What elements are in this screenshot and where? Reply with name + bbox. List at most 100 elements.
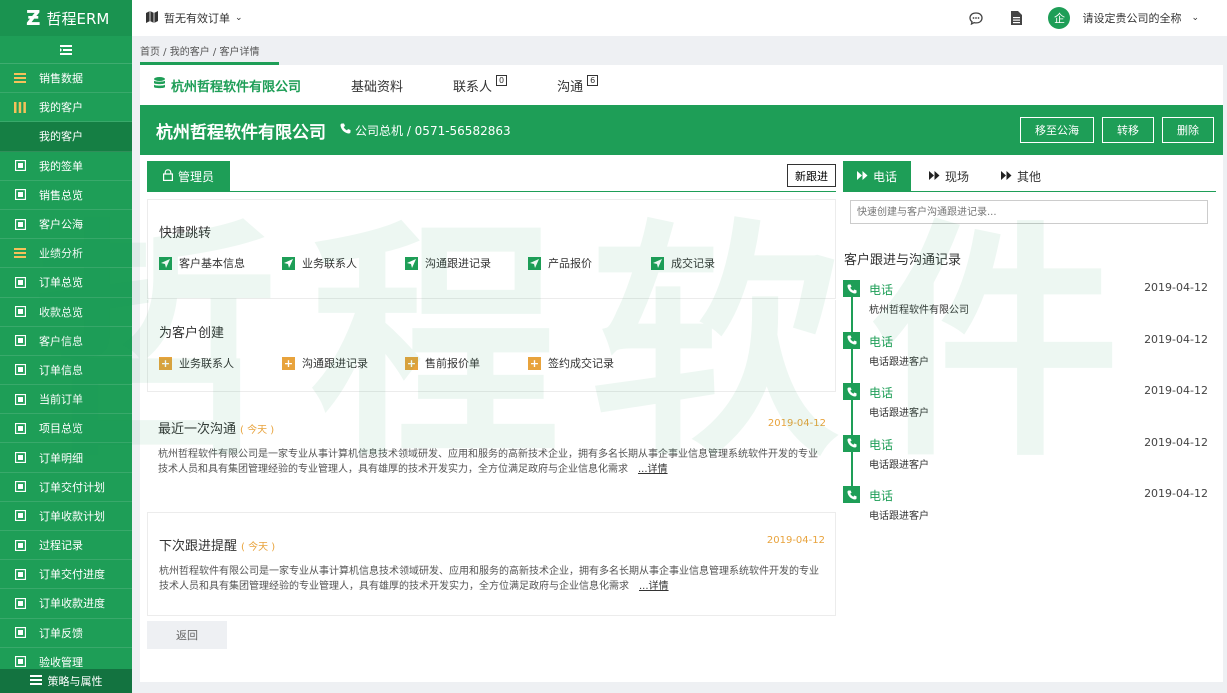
record-type: 电话 — [869, 437, 894, 452]
sidebar-item-label: 我的客户 — [39, 101, 83, 115]
sidebar-item-label: 订单反馈 — [39, 626, 83, 640]
record-item[interactable]: 电话 2019-04-12 电话跟进客户 — [843, 434, 1216, 487]
create-link[interactable]: + 签约成交记录 — [528, 355, 651, 371]
database-icon — [154, 77, 165, 93]
collapse-icon — [60, 44, 72, 55]
sidebar-item-17[interactable]: 订单交付进度 — [0, 560, 132, 590]
sidebar-item-7[interactable]: 订单总览 — [0, 268, 132, 298]
sidebar-item-8[interactable]: 收款总览 — [0, 298, 132, 327]
sidebar-item-14[interactable]: 订单交付计划 — [0, 473, 132, 502]
tab-phone-label: 电话 — [873, 169, 898, 184]
quick-jump-link[interactable]: 产品报价 — [528, 255, 651, 271]
create-link[interactable]: + 售前报价单 — [405, 355, 528, 371]
sidebar-item-1[interactable]: 我的客户 — [0, 93, 132, 123]
record-desc: 电话跟进客户 — [869, 408, 929, 419]
customer-tabs: 杭州哲程软件有限公司 基础资料 联系人 0 沟通 6 — [140, 65, 1223, 105]
sidebar-item-13[interactable]: 订单明细 — [0, 443, 132, 473]
sidebar-item-15[interactable]: 订单收款计划 — [0, 502, 132, 531]
sidebar-item-label: 客户信息 — [39, 334, 83, 348]
quick-jump-link[interactable]: 沟通跟进记录 — [405, 255, 528, 271]
sidebar-footer-label: 策略与属性 — [47, 675, 103, 688]
quick-jump-link[interactable]: 客户基本信息 — [159, 255, 282, 271]
sidebar-item-3[interactable]: 我的签单 — [0, 152, 132, 181]
reply-icon — [14, 627, 26, 639]
sidebar-collapse-button[interactable] — [0, 36, 132, 64]
tab-communication[interactable]: 沟通 6 — [557, 74, 599, 95]
record-item[interactable]: 电话 2019-04-12 杭州哲程软件有限公司 — [843, 280, 1216, 332]
app-logo[interactable]: Ƶ 哲程ERM — [0, 0, 132, 36]
document-icon[interactable] — [1008, 10, 1024, 26]
move-to-pool-button[interactable]: 移至公海 — [1020, 117, 1094, 143]
company-name-selector[interactable]: 请设定贵公司的全称 — [1082, 10, 1181, 26]
chat-icon[interactable] — [968, 10, 984, 26]
last-communication-title: 最近一次沟通( 今天 ) — [158, 418, 836, 437]
quick-jump-link[interactable]: 成交记录 — [651, 255, 774, 271]
sidebar-item-label: 销售数据 — [39, 72, 83, 86]
anchor-icon — [14, 481, 26, 493]
cube-icon — [14, 510, 26, 522]
sidebar-item-10[interactable]: 订单信息 — [0, 356, 132, 386]
create-link-label: 业务联系人 — [179, 357, 234, 370]
send-icon — [528, 256, 541, 270]
sidebar-item-label: 订单交付进度 — [39, 568, 105, 582]
sidebar-item-5[interactable]: 客户公海 — [0, 210, 132, 240]
next-reminder-body: 杭州哲程软件有限公司是一家专业从事计算机信息技术领域研发、应用和服务的高新技术企… — [159, 566, 819, 592]
order-status-dropdown[interactable]: 暂无有效订单 ⌄ — [132, 10, 243, 26]
next-reminder-title: 下次跟进提醒( 今天 ) — [159, 535, 835, 554]
map-icon — [146, 10, 158, 26]
chevron-down-icon[interactable]: ⌄ — [1191, 13, 1199, 23]
sidebar-item-19[interactable]: 订单反馈 — [0, 619, 132, 648]
tab-contacts[interactable]: 联系人 0 — [453, 74, 508, 95]
create-link-label: 签约成交记录 — [548, 357, 614, 370]
sidebar-item-11[interactable]: 当前订单 — [0, 385, 132, 415]
details-link[interactable]: ...详情 — [638, 464, 668, 475]
record-date: 2019-04-12 — [1144, 384, 1208, 397]
quick-jump-link[interactable]: 业务联系人 — [282, 255, 405, 271]
record-item[interactable]: 电话 2019-04-12 电话跟进客户 — [843, 331, 1216, 384]
today-tag: ( 今天 ) — [240, 425, 275, 436]
last-communication-title-text: 最近一次沟通 — [158, 422, 237, 437]
record-date: 2019-04-12 — [1144, 332, 1208, 346]
sidebar-item-label: 过程记录 — [39, 539, 83, 553]
record-item[interactable]: 电话 2019-04-12 电话跟进客户 — [843, 383, 1216, 435]
tab-company[interactable]: 杭州哲程软件有限公司 — [154, 76, 301, 95]
create-link[interactable]: + 沟通跟进记录 — [282, 355, 405, 371]
record-desc: 电话跟进客户 — [869, 356, 929, 368]
app-name: 哲程ERM — [46, 9, 110, 28]
sidebar-item-16[interactable]: 过程记录 — [0, 531, 132, 561]
tab-phone[interactable]: 电话 — [843, 161, 912, 191]
details-link[interactable]: ...详情 — [639, 581, 669, 592]
new-followup-button[interactable]: 新跟进 — [787, 164, 836, 187]
record-date: 2019-04-12 — [1144, 281, 1208, 294]
sidebar-item-2[interactable]: 我的客户 — [0, 122, 132, 152]
right-column: 电话 现场 其他 客户跟进与沟通记录 电话 2019-04-12 杭州哲程软件有限公… — [843, 161, 1216, 538]
tab-basic-info[interactable]: 基础资料 — [351, 76, 403, 95]
tab-other-label: 其他 — [1017, 169, 1042, 184]
sidebar-item-12[interactable]: 项目总览 — [0, 414, 132, 444]
sidebar-item-9[interactable]: 客户信息 — [0, 327, 132, 356]
tab-other[interactable]: 其他 — [987, 161, 1055, 191]
quick-record-input[interactable] — [850, 200, 1208, 224]
menu-lines-icon — [14, 72, 26, 84]
fast-forward-icon — [929, 169, 940, 183]
sidebar-item-0[interactable]: 销售数据 — [0, 64, 132, 94]
check-icon — [14, 656, 26, 668]
today-tag: ( 今天 ) — [241, 542, 276, 553]
transfer-button[interactable]: 转移 — [1102, 117, 1154, 143]
tab-onsite[interactable]: 现场 — [915, 161, 983, 191]
list-icon — [14, 393, 26, 405]
sidebar-item-18[interactable]: 订单收款进度 — [0, 589, 132, 619]
avatar[interactable]: 企 — [1048, 7, 1071, 29]
sidebar-item-6[interactable]: 业绩分析 — [0, 239, 132, 269]
sidebar-item-4[interactable]: 销售总览 — [0, 181, 132, 210]
create-link[interactable]: + 业务联系人 — [159, 355, 282, 371]
contacts-count-badge: 0 — [496, 74, 508, 86]
next-reminder-text: 杭州哲程软件有限公司是一家专业从事计算机信息技术领域研发、应用和服务的高新技术企… — [159, 564, 824, 594]
logo-mark: Ƶ — [26, 6, 41, 30]
sidebar-footer[interactable]: 策略与属性 — [0, 669, 132, 693]
record-item[interactable]: 电话 2019-04-12 电话跟进客户 — [843, 486, 1216, 538]
delete-button[interactable]: 删除 — [1162, 117, 1214, 143]
tab-admin[interactable]: 管理员 — [147, 161, 231, 191]
back-button[interactable]: 返回 — [147, 621, 227, 649]
breadcrumb: 首页 / 我的客户 / 客户详情 — [132, 36, 1227, 64]
